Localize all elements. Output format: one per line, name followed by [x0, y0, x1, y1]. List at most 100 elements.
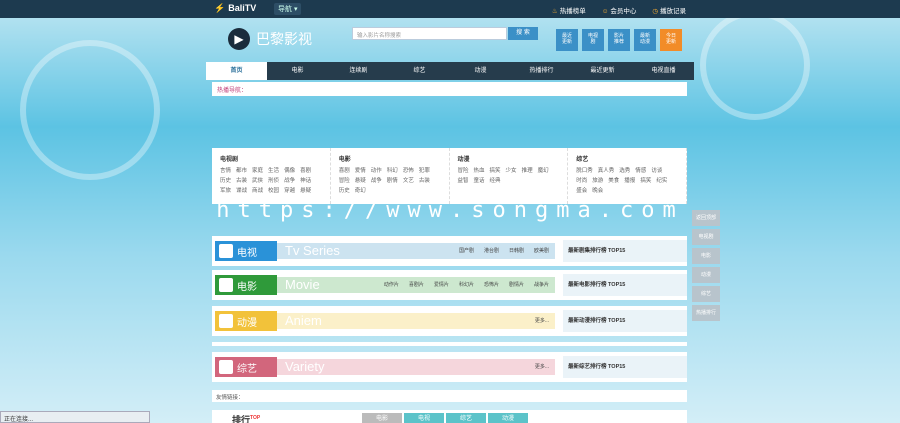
nav-item[interactable]: 首页 [206, 62, 267, 80]
category-link[interactable]: 悬疑 [355, 176, 366, 184]
category-link[interactable]: 刑侦 [268, 176, 279, 184]
section-tag[interactable]: V 综艺 [215, 357, 277, 377]
category-link[interactable]: 情感 [635, 166, 646, 174]
side-nav-item[interactable]: 返回顶部 [692, 210, 720, 226]
category-link[interactable]: 童话 [474, 176, 485, 184]
quick-link-button[interactable]: 影片 推荐 [608, 29, 630, 51]
nav-item[interactable]: 最近更新 [572, 62, 633, 80]
section-link[interactable]: 日韩剧 [509, 247, 524, 254]
category-link[interactable]: 爱情 [355, 166, 366, 174]
category-link[interactable]: 校园 [268, 186, 279, 194]
category-title[interactable]: 电影 [339, 154, 441, 163]
category-link[interactable]: 冒险 [458, 166, 469, 174]
search-input[interactable]: 输入影片名称搜索 [352, 27, 507, 40]
category-title[interactable]: 电视剧 [220, 154, 322, 163]
nav-item[interactable]: 热播排行 [511, 62, 572, 80]
category-link[interactable]: 脱口秀 [576, 166, 593, 174]
section-tag[interactable]: C 动漫 [215, 311, 277, 331]
category-link[interactable]: 晚会 [592, 186, 603, 194]
category-link[interactable]: 都市 [236, 166, 247, 174]
nav-item[interactable]: 连续剧 [328, 62, 389, 80]
member-center-link[interactable]: ☺ 会员中心 [602, 5, 637, 15]
category-link[interactable]: 军旅 [220, 186, 231, 194]
category-link[interactable]: 生活 [268, 166, 279, 174]
category-link[interactable]: 真人秀 [598, 166, 615, 174]
category-link[interactable]: 谍战 [236, 186, 247, 194]
category-title[interactable]: 动漫 [458, 154, 560, 163]
section-link[interactable]: 港台剧 [484, 247, 499, 254]
category-link[interactable]: 商战 [252, 186, 263, 194]
nav-item[interactable]: 电影 [267, 62, 328, 80]
category-link[interactable]: 选秀 [619, 166, 630, 174]
side-nav-item[interactable]: 电影 [692, 248, 720, 264]
nav-item[interactable]: 综艺 [389, 62, 450, 80]
section-link[interactable]: 动作片 [384, 281, 399, 288]
nav-item[interactable]: 动漫 [450, 62, 511, 80]
category-link[interactable]: 战争 [371, 176, 382, 184]
rank-tab[interactable]: 动漫 [488, 413, 528, 423]
category-link[interactable]: 偶像 [284, 166, 295, 174]
section-link[interactable]: 战争片 [534, 281, 549, 288]
category-link[interactable]: 魔幻 [538, 166, 549, 174]
section-link[interactable]: 恐怖片 [484, 281, 499, 288]
hot-list-link[interactable]: ♨ 热播榜单 [552, 5, 586, 15]
category-link[interactable]: 热血 [474, 166, 485, 174]
quick-link-button[interactable]: 电视剧 [582, 29, 604, 51]
category-link[interactable]: 搞笑 [640, 176, 651, 184]
category-link[interactable]: 文艺 [403, 176, 414, 184]
category-link[interactable]: 推理 [522, 166, 533, 174]
section-link[interactable]: 国产剧 [459, 247, 474, 254]
category-link[interactable]: 奇幻 [355, 186, 366, 194]
category-link[interactable]: 美食 [608, 176, 619, 184]
category-link[interactable]: 科幻 [387, 166, 398, 174]
category-link[interactable]: 经典 [490, 176, 501, 184]
category-link[interactable]: 剧情 [387, 176, 398, 184]
side-nav-item[interactable]: 动漫 [692, 267, 720, 283]
category-link[interactable]: 访谈 [651, 166, 662, 174]
category-link[interactable]: 旅游 [592, 176, 603, 184]
location-selector[interactable]: 导航 ▾ [274, 3, 302, 15]
rank-tab[interactable]: 电视 [404, 413, 444, 423]
rank-tab[interactable]: 综艺 [446, 413, 486, 423]
category-link[interactable]: 动作 [371, 166, 382, 174]
history-link[interactable]: ◷ 播放记录 [652, 5, 686, 15]
side-nav-item[interactable]: 综艺 [692, 286, 720, 302]
side-nav-item[interactable]: 热播排行 [692, 305, 720, 321]
category-link[interactable]: 历史 [339, 186, 350, 194]
quick-link-button[interactable]: 最近 更新 [556, 29, 578, 51]
category-link[interactable]: 播报 [624, 176, 635, 184]
section-tag[interactable]: M 电影 [215, 275, 277, 295]
category-link[interactable]: 神话 [300, 176, 311, 184]
search-button[interactable]: 搜 索 [508, 27, 538, 40]
category-link[interactable]: 益智 [458, 176, 469, 184]
category-link[interactable]: 悬疑 [300, 186, 311, 194]
category-link[interactable]: 喜剧 [339, 166, 350, 174]
site-logo[interactable]: ⚡ BaliTV [214, 3, 256, 14]
category-link[interactable]: 搞笑 [490, 166, 501, 174]
category-link[interactable]: 盛会 [576, 186, 587, 194]
category-link[interactable]: 恐怖 [403, 166, 414, 174]
category-link[interactable]: 冒险 [339, 176, 350, 184]
side-nav-item[interactable]: 电视剧 [692, 229, 720, 245]
section-link[interactable]: 更多... [535, 317, 549, 324]
quick-link-button[interactable]: 最新 动漫 [634, 29, 656, 51]
category-link[interactable]: 穿越 [284, 186, 295, 194]
section-link[interactable]: 欧美剧 [534, 247, 549, 254]
category-link[interactable]: 战争 [284, 176, 295, 184]
category-link[interactable]: 少女 [506, 166, 517, 174]
rank-tab[interactable]: 电影 [362, 413, 402, 423]
category-link[interactable]: 古装 [236, 176, 247, 184]
section-tag[interactable]: TV 电视 [215, 241, 277, 261]
category-link[interactable]: 武侠 [252, 176, 263, 184]
brand[interactable]: ▶ 巴黎影视 [228, 28, 312, 50]
category-link[interactable]: 犯罪 [419, 166, 430, 174]
section-link[interactable]: 更多... [535, 363, 549, 370]
category-link[interactable]: 古装 [419, 176, 430, 184]
category-link[interactable]: 喜剧 [300, 166, 311, 174]
section-link[interactable]: 爱情片 [434, 281, 449, 288]
category-link[interactable]: 时尚 [576, 176, 587, 184]
category-link[interactable]: 家庭 [252, 166, 263, 174]
category-title[interactable]: 综艺 [576, 154, 678, 163]
section-link[interactable]: 科幻片 [459, 281, 474, 288]
section-link[interactable]: 喜剧片 [409, 281, 424, 288]
